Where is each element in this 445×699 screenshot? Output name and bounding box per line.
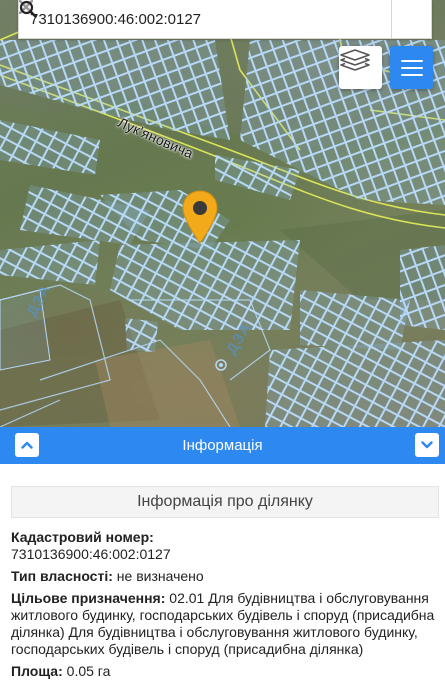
purpose-field: Цільове призначення: 02.01 Для будівницт… <box>11 590 439 658</box>
parcel-info-panel: Інформація про ділянку Кадастровий номер… <box>0 464 445 699</box>
expand-panel-button[interactable] <box>15 433 39 457</box>
hamburger-menu-button[interactable] <box>390 46 433 89</box>
collapse-panel-button[interactable] <box>415 433 439 457</box>
hamburger-menu-icon <box>400 59 423 62</box>
purpose-label: Цільове призначення: <box>11 590 166 606</box>
search-input[interactable] <box>19 0 355 38</box>
map-view[interactable]: Лук'яновича ДЗА ДЗА <box>0 0 445 427</box>
area-label: Площа: <box>11 663 63 679</box>
ownership-field: Тип власності: не визначено <box>11 568 439 585</box>
panel-title-box: Інформація про ділянку <box>11 486 439 518</box>
clear-button[interactable] <box>19 0 391 38</box>
search-button[interactable] <box>19 0 431 38</box>
search-bar <box>18 0 432 39</box>
cadastral-field: Кадастровий номер: 7310136900:46:002:012… <box>11 529 439 563</box>
cadastral-value: 7310136900:46:002:0127 <box>11 546 171 562</box>
chevron-up-icon <box>21 436 33 454</box>
info-header-title: Інформація <box>182 437 263 454</box>
parcel-fields: Кадастровий номер: 7310136900:46:002:012… <box>11 529 439 685</box>
info-header-bar: Інформація <box>0 427 445 464</box>
panel-title: Інформація про ділянку <box>137 493 313 510</box>
area-value: 0.05 га <box>66 663 111 679</box>
ownership-label: Тип власності: <box>11 568 113 584</box>
ownership-value: не визначено <box>116 568 204 584</box>
layers-button[interactable] <box>339 46 382 89</box>
chevron-down-icon <box>421 436 433 454</box>
cadastral-label: Кадастровий номер: <box>11 529 154 545</box>
area-field: Площа: 0.05 га <box>11 663 439 680</box>
